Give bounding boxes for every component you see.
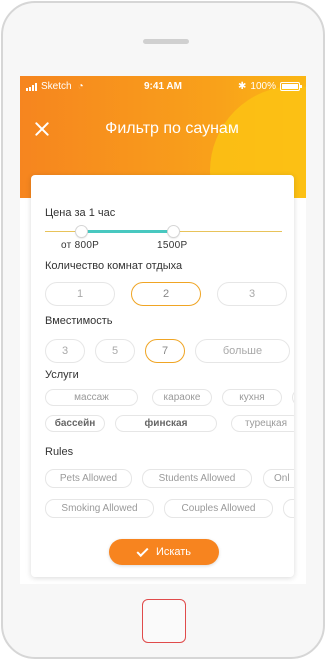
service-chip-partial[interactable] — [292, 389, 294, 406]
checkmark-icon — [136, 544, 149, 557]
service-chip-massage[interactable]: массаж — [45, 389, 138, 406]
rule-chip-smoking[interactable]: Smoking Allowed — [45, 499, 154, 518]
price-slider-range — [81, 230, 174, 233]
rule-chip-students[interactable]: Students Allowed — [142, 469, 252, 488]
home-button[interactable] — [142, 599, 186, 643]
rooms-label: Количество комнат отдыха — [45, 260, 183, 272]
close-icon[interactable] — [34, 121, 50, 137]
capacity-option-3[interactable]: 3 — [45, 339, 85, 363]
search-button-label: Искать — [155, 546, 192, 558]
service-chip-kitchen[interactable]: кухня — [222, 389, 282, 406]
page-title: Фильтр по саунам — [105, 120, 239, 137]
price-min-value: от 800Р — [61, 240, 100, 251]
services-label: Услуги — [45, 369, 79, 381]
speaker-grille — [143, 39, 189, 44]
rule-chip-partial[interactable] — [283, 499, 294, 518]
rules-label: Rules — [45, 446, 74, 458]
app-screen: Sketch ◔ 9:41 AM ✱ 100% Фильтр по саунам… — [20, 76, 306, 584]
bluetooth-icon: ✱ — [238, 81, 247, 92]
price-label: Цена за 1 час — [45, 207, 116, 219]
service-chip-pool[interactable]: бассейн — [45, 415, 105, 432]
filter-card: Цена за 1 час от 800Р 1500Р Количество к… — [31, 175, 294, 577]
capacity-option-5[interactable]: 5 — [95, 339, 135, 363]
price-slider-min-thumb[interactable] — [76, 226, 87, 237]
capacity-label: Вместимость — [45, 315, 113, 327]
battery-icon — [280, 82, 302, 91]
capacity-option-7[interactable]: 7 — [145, 339, 185, 363]
battery-percent: 100% — [250, 81, 276, 92]
status-bar: Sketch ◔ 9:41 AM ✱ 100% — [20, 76, 306, 98]
capacity-option-more[interactable]: больше — [195, 339, 290, 363]
rooms-option-2[interactable]: 2 — [131, 282, 201, 306]
search-button[interactable]: Искать — [109, 539, 219, 565]
service-chip-finnish[interactable]: финская — [115, 415, 217, 432]
rooms-option-1[interactable]: 1 — [45, 282, 115, 306]
rule-chip-only[interactable]: Onl — [263, 469, 294, 488]
service-chip-karaoke[interactable]: караоке — [152, 389, 212, 406]
price-max-value: 1500Р — [157, 240, 188, 251]
rooms-option-3[interactable]: 3 — [217, 282, 287, 306]
price-slider-max-thumb[interactable] — [168, 226, 179, 237]
service-chip-turkish[interactable]: турецкая — [231, 415, 294, 432]
rule-chip-pets[interactable]: Pets Allowed — [45, 469, 132, 488]
rule-chip-couples[interactable]: Couples Allowed — [164, 499, 273, 518]
